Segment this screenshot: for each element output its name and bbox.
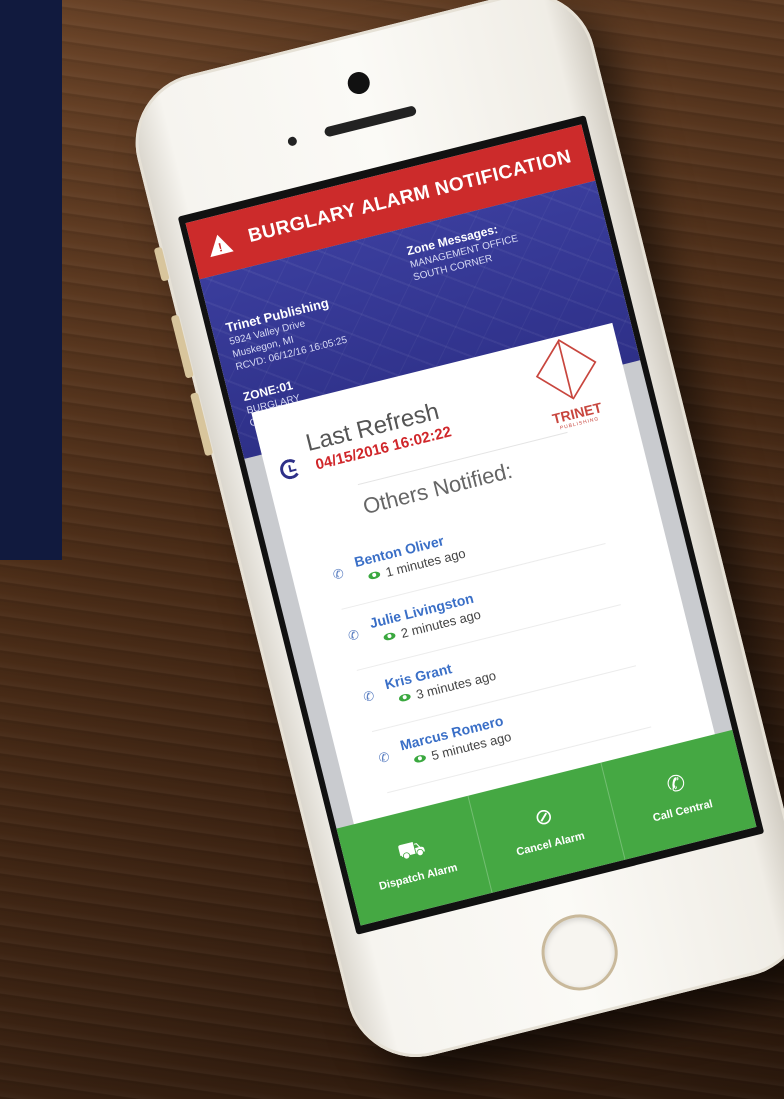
phone-icon[interactable]: ✆ [331, 565, 345, 583]
smartphone: ! BURGLARY ALARM NOTIFICATION Trinet Pub… [120, 0, 784, 1072]
phone-icon[interactable]: ✆ [347, 627, 361, 645]
background-panel [0, 0, 62, 560]
account-info: Trinet Publishing 5924 Valley Drive Musk… [224, 275, 422, 374]
eye-icon [413, 753, 427, 764]
eye-icon [367, 570, 381, 581]
trinet-diamond-icon [535, 339, 597, 400]
call-central-label: Call Central [651, 798, 714, 825]
dispatch-alarm-label: Dispatch Alarm [377, 861, 459, 893]
eye-icon [382, 631, 397, 642]
cancel-alarm-label: Cancel Alarm [515, 829, 586, 859]
trinet-logo: TRINET PUBLISHING [521, 334, 619, 436]
photo-scene: ! BURGLARY ALARM NOTIFICATION Trinet Pub… [0, 0, 784, 1099]
truck-icon: ⛟ [395, 835, 429, 867]
notified-list: ✆ Benton Oliver 1 minutes ago ✆ Julie Li… [326, 473, 690, 794]
phone-icon: ✆ [664, 770, 689, 799]
last-refresh[interactable]: Last Refresh 04/15/2016 16:02:22 [272, 396, 453, 483]
eye-icon [398, 692, 412, 703]
warning-triangle-icon: ! [205, 231, 234, 258]
alarm-app: ! BURGLARY ALARM NOTIFICATION Trinet Pub… [185, 124, 757, 926]
phone-icon[interactable]: ✆ [362, 688, 376, 706]
phone-screen: ! BURGLARY ALARM NOTIFICATION Trinet Pub… [177, 115, 765, 935]
phone-icon[interactable]: ✆ [377, 749, 391, 767]
cancel-icon: ⊘ [531, 803, 556, 832]
history-icon[interactable] [277, 456, 303, 482]
zone-messages: Zone Messages: MANAGEMENT OFFICE SOUTH C… [405, 218, 523, 285]
